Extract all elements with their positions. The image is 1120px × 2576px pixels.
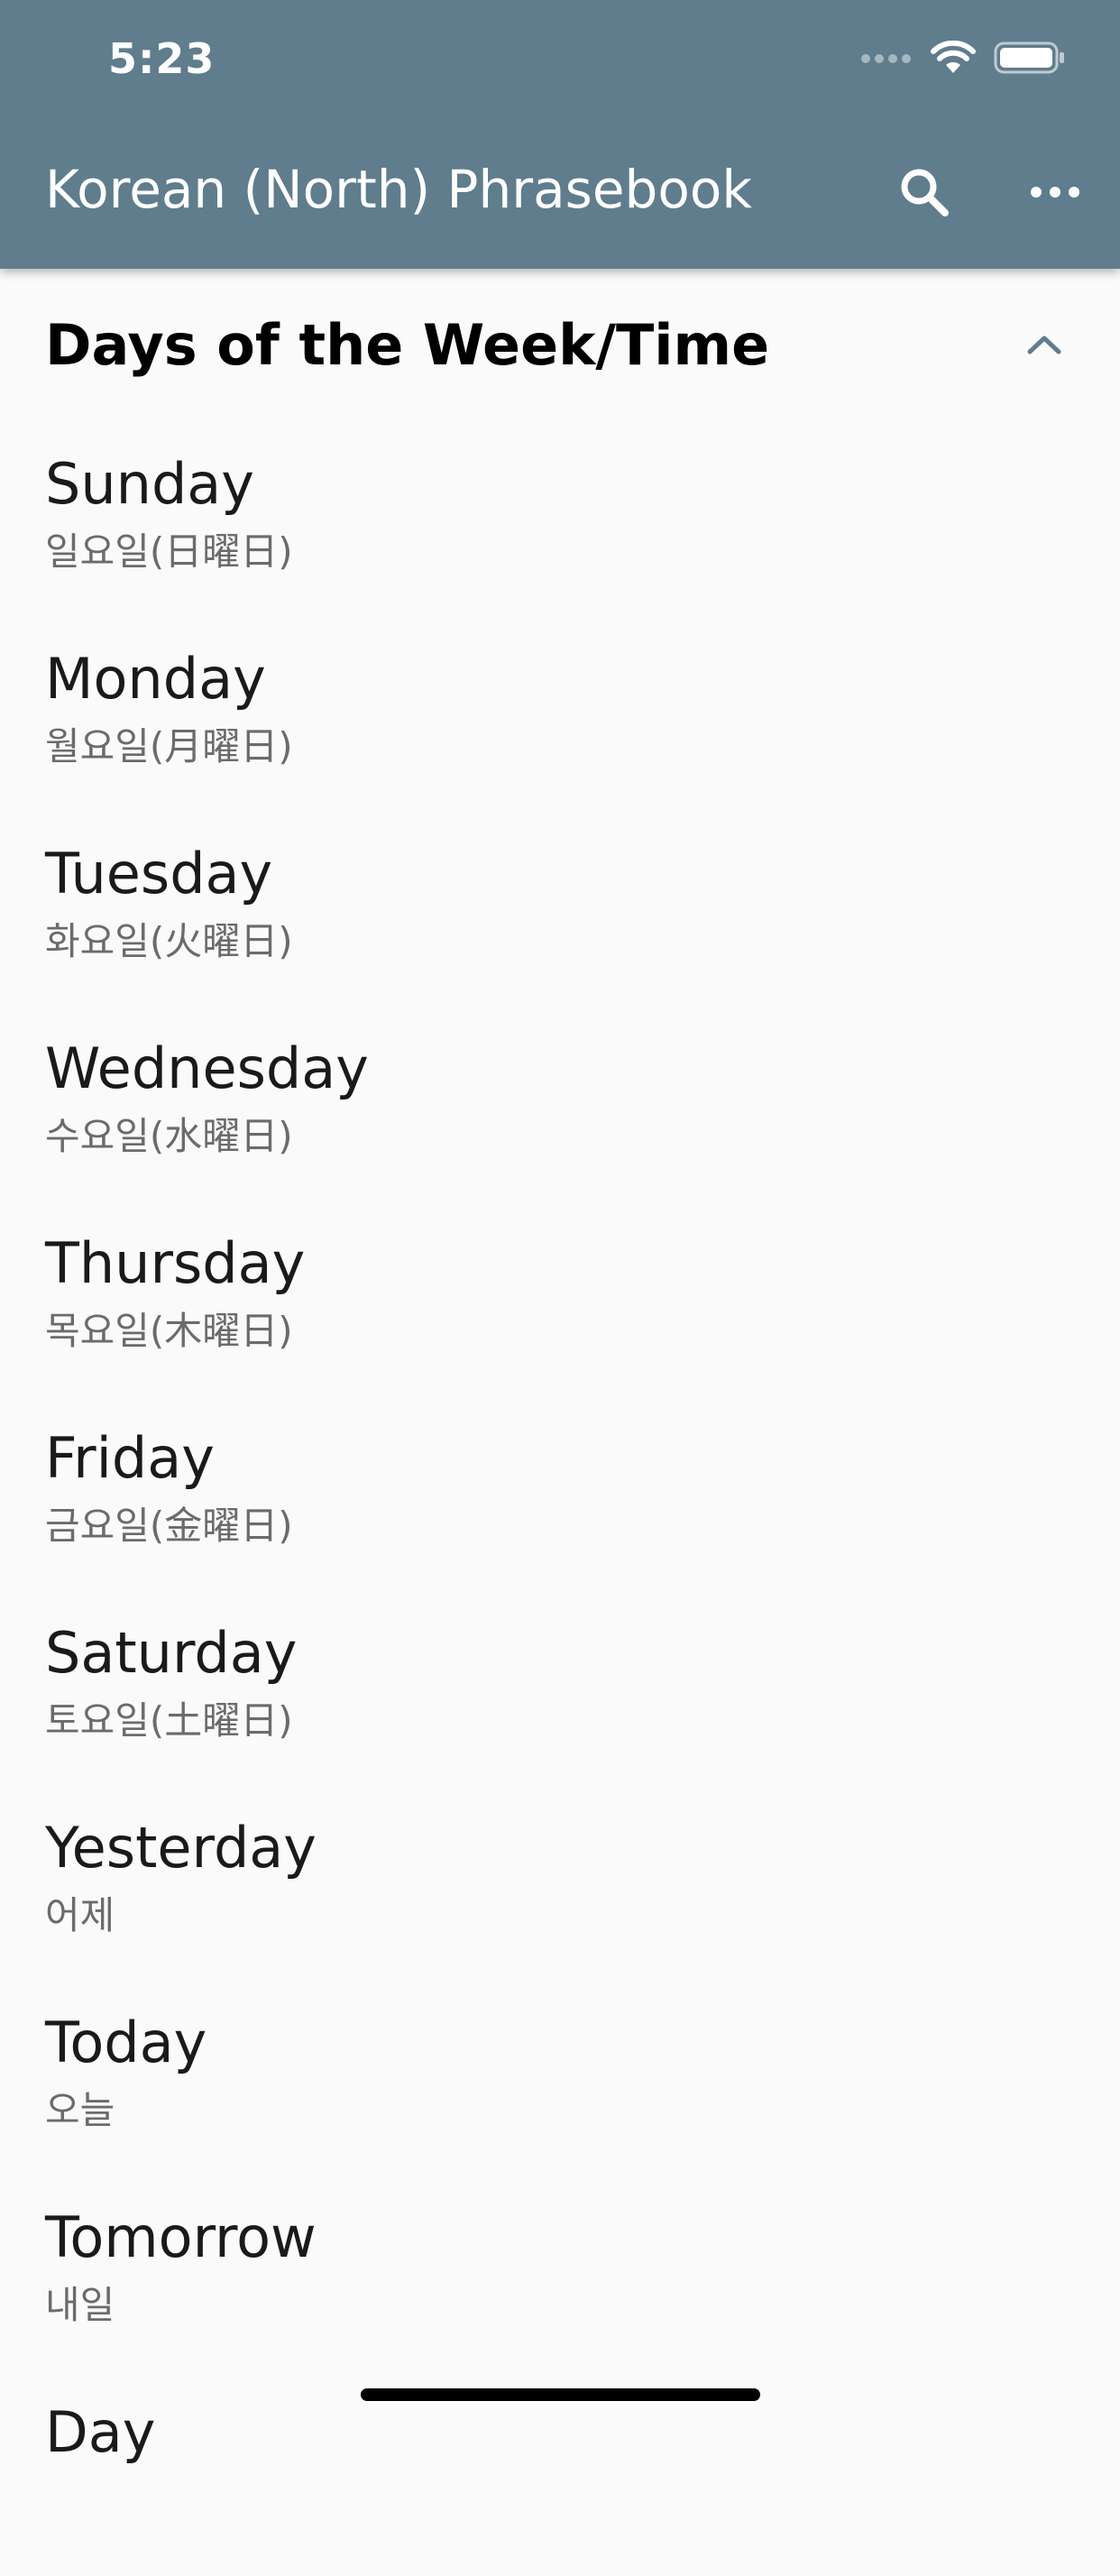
phrase-english: Yesterday: [45, 1815, 317, 1881]
phrase-item-monday[interactable]: Monday 월요일(月曜日): [0, 628, 1120, 823]
phrase-item-today[interactable]: Today 오늘: [0, 1992, 1120, 2186]
phrase-korean: 금요일(金曜日): [45, 1504, 293, 1548]
phrase-english: Saturday: [45, 1620, 298, 1686]
wifi-icon: [931, 40, 976, 78]
more-options-button[interactable]: [1024, 161, 1087, 224]
phrase-item-friday[interactable]: Friday 금요일(金曜日): [0, 1407, 1120, 1602]
phrase-korean: 내일: [45, 2283, 115, 2327]
section-title: Days of the Week/Time: [45, 312, 770, 378]
collapse-button[interactable]: [1019, 319, 1070, 370]
section-header[interactable]: Days of the Week/Time: [0, 280, 1120, 406]
battery-icon: [994, 41, 1066, 78]
phrase-english: Tomorrow: [45, 2204, 317, 2270]
app-bar: 5:23 Korean (North) Phrasebook: [0, 0, 1120, 269]
search-icon: [901, 169, 949, 216]
phrase-item-thursday[interactable]: Thursday 목요일(木曜日): [0, 1212, 1120, 1407]
status-icons: [860, 40, 1066, 79]
search-button[interactable]: [893, 161, 956, 224]
phrase-korean: 화요일(火曜日): [45, 919, 293, 963]
app-title: Korean (North) Phrasebook: [45, 159, 752, 220]
phrase-english: Monday: [45, 646, 266, 712]
phrase-english: Today: [45, 2010, 207, 2075]
more-horizontal-icon: [1031, 187, 1079, 198]
phrase-item-tomorrow[interactable]: Tomorrow 내일: [0, 2186, 1120, 2381]
phrase-list: Sunday 일요일(日曜日) Monday 월요일(月曜日) Tuesday …: [0, 433, 1120, 2576]
phrase-item-saturday[interactable]: Saturday 토요일(土曜日): [0, 1602, 1120, 1797]
phrase-english: Wednesday: [45, 1035, 369, 1101]
phrase-item-tuesday[interactable]: Tuesday 화요일(火曜日): [0, 823, 1120, 1017]
phrase-english: Thursday: [45, 1230, 306, 1296]
phrase-korean: 오늘: [45, 2088, 115, 2132]
phrase-korean: 수요일(水曜日): [45, 1114, 293, 1158]
phrase-english: Sunday: [45, 451, 254, 517]
phrase-item-yesterday[interactable]: Yesterday 어제: [0, 1797, 1120, 1992]
phrase-korean: 목요일(木曜日): [45, 1309, 293, 1353]
status-time: 5:23: [108, 34, 216, 83]
phrase-english: Friday: [45, 1425, 215, 1491]
phrase-korean: 토요일(土曜日): [45, 1698, 293, 1743]
phrase-korean: 어제: [45, 1893, 115, 1937]
phrase-item-wednesday[interactable]: Wednesday 수요일(水曜日): [0, 1017, 1120, 1212]
phrase-korean: 일요일(日曜日): [45, 529, 293, 574]
cellular-signal-icon: [860, 51, 913, 69]
phrase-english: Tuesday: [45, 841, 273, 906]
phrase-korean: 월요일(月曜日): [45, 724, 293, 768]
home-indicator[interactable]: [361, 2388, 760, 2401]
phrase-item-sunday[interactable]: Sunday 일요일(日曜日): [0, 433, 1120, 628]
chevron-up-icon: [1027, 336, 1061, 354]
phrase-item-day[interactable]: Day: [0, 2381, 1120, 2576]
phrase-english: Day: [45, 2399, 156, 2465]
